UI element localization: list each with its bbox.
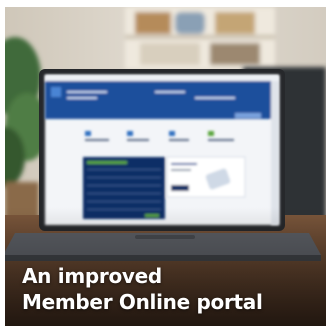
caption-line-1: An improved [22, 264, 162, 288]
caption-line-2: Member Online portal [22, 290, 263, 314]
shelf-icon [125, 7, 275, 69]
image-frame: An improved Member Online portal [0, 0, 329, 329]
caption: An improved Member Online portal [22, 263, 312, 315]
